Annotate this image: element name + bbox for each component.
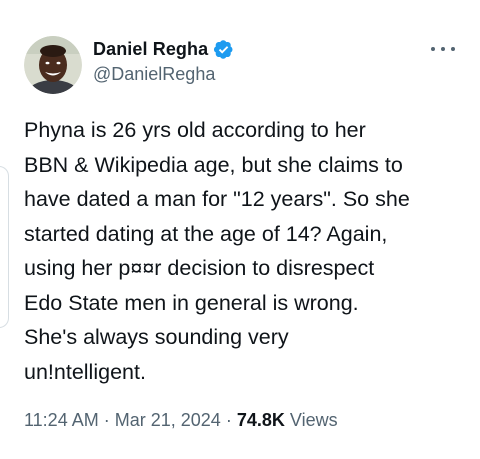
more-dot — [431, 47, 435, 51]
tweet-date[interactable]: Mar 21, 2024 — [115, 410, 221, 430]
author-handle[interactable]: @DanielRegha — [93, 64, 215, 85]
more-dot — [441, 47, 445, 51]
tweet-time[interactable]: 11:24 AM — [24, 410, 99, 430]
views-count[interactable]: 74.8K — [237, 410, 285, 430]
author-name-row: Daniel Regha — [93, 37, 234, 61]
more-dot — [451, 47, 455, 51]
adjacent-card-edge — [0, 166, 9, 328]
verified-badge-icon[interactable] — [213, 39, 234, 60]
views-label: Views — [289, 410, 338, 430]
author-display-name[interactable]: Daniel Regha — [93, 39, 208, 60]
more-options-icon[interactable] — [431, 40, 455, 58]
meta-separator: · — [103, 410, 110, 430]
meta-separator: · — [225, 410, 232, 430]
tweet-meta: 11:24 AM · Mar 21, 2024 · 74.8K Views — [24, 410, 338, 431]
avatar-image — [24, 36, 82, 94]
tweet-text: Phyna is 26 yrs old according to her BBN… — [24, 118, 410, 384]
avatar[interactable] — [24, 36, 82, 94]
